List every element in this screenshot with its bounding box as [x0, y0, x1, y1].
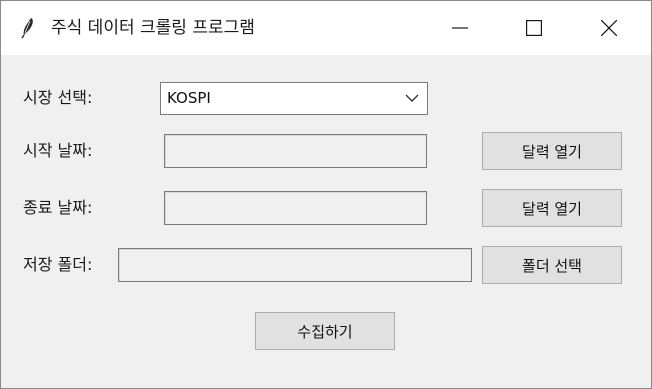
- window-title: 주식 데이터 크롤링 프로그램: [51, 18, 255, 38]
- folder-select-button[interactable]: 폴더 선택: [482, 246, 622, 284]
- end-date-label: 종료 날짜:: [23, 198, 93, 217]
- close-icon: [601, 20, 617, 36]
- collect-button[interactable]: 수집하기: [255, 312, 395, 350]
- market-label: 시장 선택:: [23, 88, 93, 107]
- minimize-button[interactable]: [424, 1, 496, 55]
- form-panel: 시장 선택: KOSPI 시작 날짜: 달력 열기 종료 날짜: 달력 열기 저…: [1, 55, 651, 388]
- folder-label: 저장 폴더:: [23, 255, 93, 274]
- feather-icon: [21, 18, 33, 39]
- folder-path-field[interactable]: [118, 248, 472, 282]
- app-window: 주식 데이터 크롤링 프로그램 시장 선택: KOSPI 시작 날짜: 달력 열…: [0, 0, 652, 389]
- maximize-icon: [526, 20, 542, 36]
- market-select-value: KOSPI: [167, 89, 211, 107]
- chevron-down-icon: [405, 94, 419, 102]
- start-date-label: 시작 날짜:: [23, 141, 93, 160]
- end-calendar-button[interactable]: 달력 열기: [482, 189, 622, 227]
- close-button[interactable]: [573, 1, 645, 55]
- market-select[interactable]: KOSPI: [160, 82, 428, 115]
- start-calendar-button[interactable]: 달력 열기: [482, 132, 622, 170]
- maximize-button[interactable]: [498, 1, 570, 55]
- end-date-field[interactable]: [164, 191, 427, 225]
- title-bar[interactable]: 주식 데이터 크롤링 프로그램: [1, 1, 651, 55]
- minimize-icon: [452, 27, 468, 29]
- start-date-field[interactable]: [164, 134, 427, 168]
